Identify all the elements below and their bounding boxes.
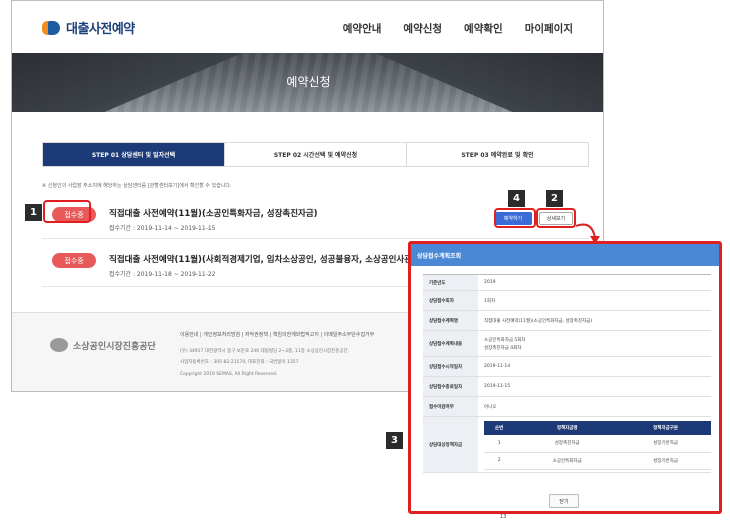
field-label: 상담접수종료일자 [423,377,478,396]
field-row: 상담접수시작일자 2019-11-14 [423,357,711,377]
cell: 2 [484,452,515,470]
policy-row: 상담대상정책자금 순번 정책자금명 정책자금구분 1 성장촉진자금 성장기반자금… [423,417,711,473]
field-value: 2019-11-14 [484,364,511,369]
field-label: 상담접수회차 [423,291,478,310]
field-value: 직접대출 사전예약(11월)(소공인특화자금, 성장촉진자금) [484,318,593,324]
field-label: 상담접수시작일자 [423,357,478,376]
footer-address: (우) 34917 대전광역시 중구 보문로 246 대림빌딩 2~3층, 11… [180,349,350,354]
step-3: STEP 03 예약완료 및 확인 [406,143,588,166]
close-button[interactable]: 닫기 [549,494,579,508]
marker-4: 4 [508,190,525,207]
footer-copyright: Copyright 2019 SEMAS, All Right Reserved… [180,372,278,377]
marker-1: 1 [25,204,42,221]
item-period: 접수기간 : 2019-11-18 ~ 2019-11-22 [109,271,216,278]
table-row: 1 성장촉진자금 성장기반자금 [484,435,711,453]
field-row: 상담접수계획내용 소공인특화자금 5회차 성장촉진자금 4회차 [423,331,711,357]
logo-text: 대출사전예약 [66,22,135,37]
item-title[interactable]: 직접대출 사전예약(11월)(사회적경제기업, 임차소상공인, 성공불융자, 소… [109,253,432,265]
site-logo[interactable]: 대출사전예약 [42,18,135,37]
field-value: 2019-11-15 [484,384,511,389]
nav-guide[interactable]: 예약안내 [343,21,382,36]
highlight-reserve [494,208,536,228]
logo-icon [42,19,60,37]
field-value: 1회차 [484,298,496,304]
nav-mypage[interactable]: 마이페이지 [525,21,573,36]
field-label: 상담접수계획명 [423,311,478,330]
site-header: 대출사전예약 예약안내 예약신청 예약확인 마이페이지 [12,1,603,53]
detail-modal: 상담접수계획조회 기준년도 2019 상담접수회차 1회차 상담접수계획명 직접… [408,241,722,514]
step-indicator: STEP 01 상담센터 및 일자선택 STEP 02 시간선택 및 예약신청 … [42,142,589,167]
field-value: 아니오 [484,404,497,410]
main-nav: 예약안내 예약신청 예약확인 마이페이지 [343,21,573,36]
footer-logo: 소상공인시장진흥공단 [50,338,156,352]
page-number: 13 [500,514,507,520]
field-row: 상담접수종료일자 2019-11-15 [423,377,711,397]
cell: 성장기반자금 [620,452,711,470]
cell: 성장촉진자금 [514,435,621,453]
step-2: STEP 02 시간선택 및 예약신청 [224,143,406,166]
org-name: 소상공인시장진흥공단 [73,341,156,352]
cell: 소공인특화자금 [514,452,621,470]
footer-business-info: 사업자등록번호 : 305-82-21570, 대표전화 : 국번없이 1357 [180,360,299,365]
org-logo-icon [50,338,68,352]
marker-2: 2 [546,190,563,207]
notice-text: ※ 신청인의 사업장 주소지에 해당하는 상담센터를 [관할센터보기]에서 확인… [42,183,232,189]
item-period: 접수기간 : 2019-11-14 ~ 2019-11-15 [109,225,216,232]
field-value: 소공인특화자금 5회차 성장촉진자금 4회차 [484,337,526,351]
field-row: 상담접수계획명 직접대출 사전예약(11월)(소공인특화자금, 성장촉진자금) [423,311,711,331]
col-header: 정책자금명 [514,421,621,435]
field-label: 상담접수계획내용 [423,331,478,356]
policy-table-wrap: 순번 정책자금명 정책자금구분 1 성장촉진자금 성장기반자금 2 소공인특화자… [478,417,711,472]
status-badge: 접수중 [52,253,96,268]
col-header: 정책자금구분 [620,421,711,435]
hero-banner: 예약신청 [12,53,603,112]
policy-table: 순번 정책자금명 정책자금구분 1 성장촉진자금 성장기반자금 2 소공인특화자… [484,421,711,470]
modal-body: 기준년도 2019 상담접수회차 1회차 상담접수계획명 직접대출 사전예약(1… [423,274,711,473]
page-title: 예약신청 [286,75,331,89]
field-row: 기준년도 2019 [423,274,711,291]
table-row: 2 소공인특화자금 성장기반자금 [484,452,711,470]
field-label: 기준년도 [423,275,478,290]
modal-title: 상담접수계획조회 [411,244,719,266]
item-title[interactable]: 직접대출 사전예약(11월)(소공인특화자금, 성장촉진자금) [109,207,318,219]
col-header: 순번 [484,421,515,435]
field-value: 2019 [484,280,496,285]
field-row: 접수마감여부 아니오 [423,397,711,417]
step-1: STEP 01 상담센터 및 일자선택 [43,143,224,166]
cell: 1 [484,435,515,453]
nav-apply[interactable]: 예약신청 [403,21,442,36]
field-row: 상담접수회차 1회차 [423,291,711,311]
marker-3: 3 [386,432,403,449]
cell: 성장기반자금 [620,435,711,453]
footer-links[interactable]: 이용안내 | 개인정보처리방침 | 저작권정책 | 책임의한계와법적고지 | 이… [180,331,374,338]
field-label: 접수마감여부 [423,397,478,416]
nav-confirm[interactable]: 예약확인 [464,21,503,36]
highlight-badge [43,200,91,223]
field-label: 상담대상정책자금 [423,417,478,472]
